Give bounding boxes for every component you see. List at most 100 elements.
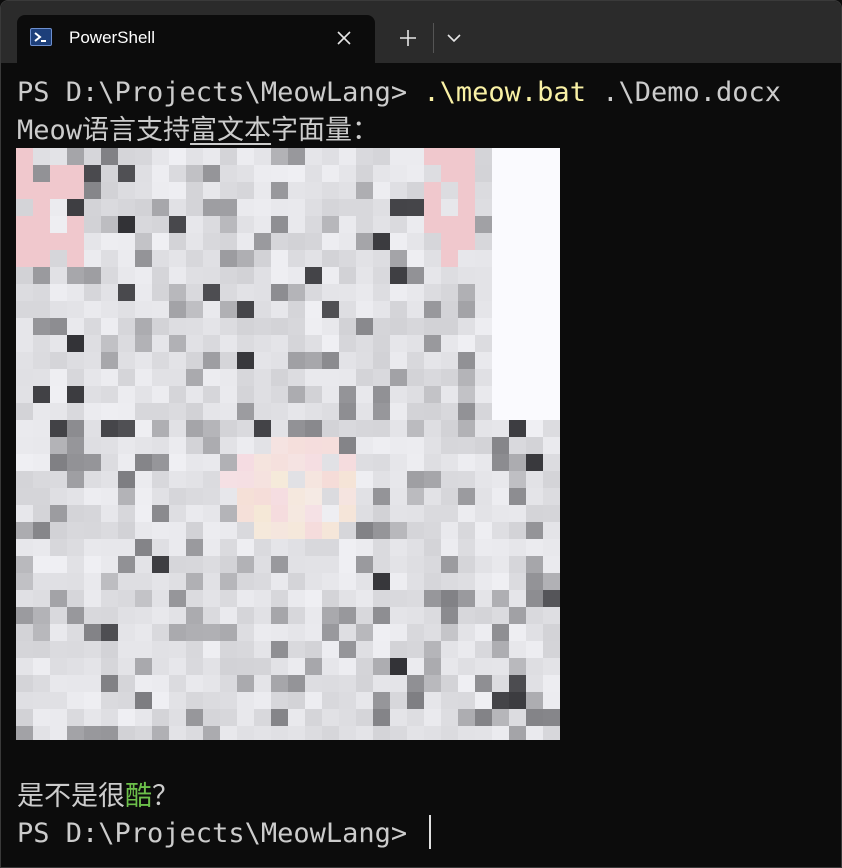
tab-title: PowerShell [69, 28, 155, 47]
pixel-block [322, 454, 339, 471]
pixel-block [33, 726, 50, 743]
pixel-block [169, 403, 186, 420]
pixel-block [135, 590, 152, 607]
pixel-block [101, 539, 118, 556]
plus-icon[interactable] [393, 25, 423, 51]
pixel-block [288, 539, 305, 556]
pixel-block [543, 420, 560, 437]
pixel-block [67, 556, 84, 573]
pixel-block [322, 488, 339, 505]
pixel-block [441, 692, 458, 709]
pixel-block [220, 607, 237, 624]
pixel-block [475, 709, 492, 726]
pixel-block [356, 284, 373, 301]
pixel-block [237, 420, 254, 437]
pixel-block [220, 505, 237, 522]
pixel-block [339, 182, 356, 199]
pixel-block [186, 216, 203, 233]
pixel-block [424, 692, 441, 709]
pixel-block [475, 369, 492, 386]
pixel-block [203, 352, 220, 369]
pixel-block [288, 590, 305, 607]
pixel-block [237, 437, 254, 454]
pixel-block [135, 658, 152, 675]
pixel-block [322, 726, 339, 743]
pixel-block [271, 335, 288, 352]
pixel-block [441, 250, 458, 267]
pixel-block [509, 709, 526, 726]
pixel-block [186, 556, 203, 573]
pixel-block [390, 386, 407, 403]
pixel-block [322, 590, 339, 607]
pixel-block [373, 539, 390, 556]
pixel-block [509, 148, 526, 165]
pixel-block [356, 573, 373, 590]
pixel-block [50, 658, 67, 675]
pixel-block [458, 607, 475, 624]
pixel-block [356, 624, 373, 641]
close-icon[interactable] [333, 27, 355, 49]
pixel-block [543, 284, 560, 301]
pixel-block [84, 488, 101, 505]
pixel-block [390, 556, 407, 573]
terminal-output[interactable]: PS D:\Projects\MeowLang> .\meow.bat .\De… [1, 63, 841, 867]
pixel-block [390, 471, 407, 488]
pixel-block [475, 522, 492, 539]
tab-powershell[interactable]: PowerShell [17, 15, 375, 63]
pixel-block [475, 216, 492, 233]
pixel-block [16, 471, 33, 488]
pixel-block [271, 590, 288, 607]
chevron-down-icon[interactable] [443, 25, 465, 51]
pixel-block [220, 165, 237, 182]
pixel-block [543, 352, 560, 369]
pixel-block [67, 403, 84, 420]
pixel-block [118, 590, 135, 607]
pixel-block [288, 726, 305, 743]
pixel-block [390, 165, 407, 182]
pixel-block [543, 301, 560, 318]
pixel-block [67, 165, 84, 182]
pixel-block [254, 335, 271, 352]
pixel-block [220, 284, 237, 301]
pixel-block [424, 318, 441, 335]
pixel-block [254, 522, 271, 539]
pixel-block [424, 403, 441, 420]
pixel-block [203, 658, 220, 675]
pixel-block [390, 488, 407, 505]
pixel-block [543, 250, 560, 267]
pixel-block [16, 216, 33, 233]
pixel-block [526, 556, 543, 573]
pixel-block [152, 216, 169, 233]
pixel-block [118, 148, 135, 165]
pixel-block [237, 199, 254, 216]
output-line: Meow语言支持富文本字面量： [17, 113, 379, 149]
pixel-block [543, 556, 560, 573]
pixel-block [203, 488, 220, 505]
pixel-block [237, 335, 254, 352]
pixel-block [186, 641, 203, 658]
pixel-block [169, 709, 186, 726]
pixel-block [339, 658, 356, 675]
pixel-block [33, 709, 50, 726]
pixel-block [424, 522, 441, 539]
pixel-block [152, 726, 169, 743]
pixel-block [254, 318, 271, 335]
pixel-block [390, 573, 407, 590]
pixel-block [33, 658, 50, 675]
pixel-block [33, 403, 50, 420]
pixel-block [356, 148, 373, 165]
pixel-block [441, 318, 458, 335]
pixel-block [322, 658, 339, 675]
pixel-block [84, 437, 101, 454]
pixel-block [67, 692, 84, 709]
pixel-block [203, 709, 220, 726]
pixel-block [67, 454, 84, 471]
pixel-block [373, 369, 390, 386]
pixel-block [356, 726, 373, 743]
pixel-block [543, 488, 560, 505]
pixel-block [50, 267, 67, 284]
pixel-block [424, 165, 441, 182]
pixel-block [407, 539, 424, 556]
pixel-block [526, 488, 543, 505]
pixel-block [305, 505, 322, 522]
